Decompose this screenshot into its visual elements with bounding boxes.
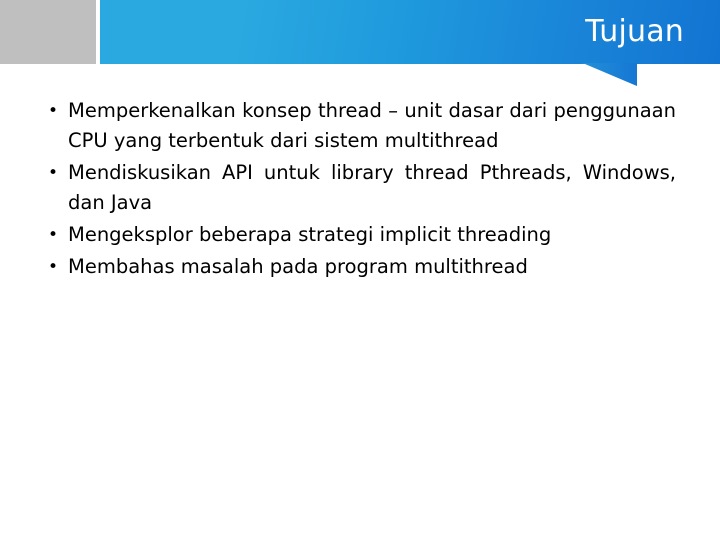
- list-item-text: Memperkenalkan konsep thread – unit dasa…: [68, 99, 676, 152]
- bullet-marker-icon: •: [47, 257, 59, 277]
- list-item-text: Membahas masalah pada program multithrea…: [68, 255, 528, 278]
- list-item-text: Mengeksplor beberapa strategi implicit t…: [68, 223, 552, 246]
- header-gray-block: [0, 0, 96, 64]
- bullet-marker-icon: •: [47, 101, 59, 121]
- bullet-marker-icon: •: [47, 163, 59, 183]
- slide: Tujuan • Memperkenalkan konsep thread – …: [0, 0, 720, 540]
- bullet-list: • Memperkenalkan konsep thread – unit da…: [26, 96, 676, 284]
- list-item: • Membahas masalah pada program multithr…: [26, 252, 676, 282]
- list-item: • Memperkenalkan konsep thread – unit da…: [26, 96, 676, 156]
- bullet-marker-icon: •: [47, 225, 59, 245]
- header-tail-shape: [580, 63, 640, 87]
- list-item: • Mengeksplor beberapa strategi implicit…: [26, 220, 676, 250]
- page-title: Tujuan: [585, 14, 684, 49]
- slide-header: Tujuan: [0, 0, 720, 88]
- list-item: • Mendiskusikan API untuk library thread…: [26, 158, 676, 218]
- header-tail-triangle-icon: [580, 63, 637, 86]
- list-item-text: Mendiskusikan API untuk library thread P…: [68, 161, 676, 214]
